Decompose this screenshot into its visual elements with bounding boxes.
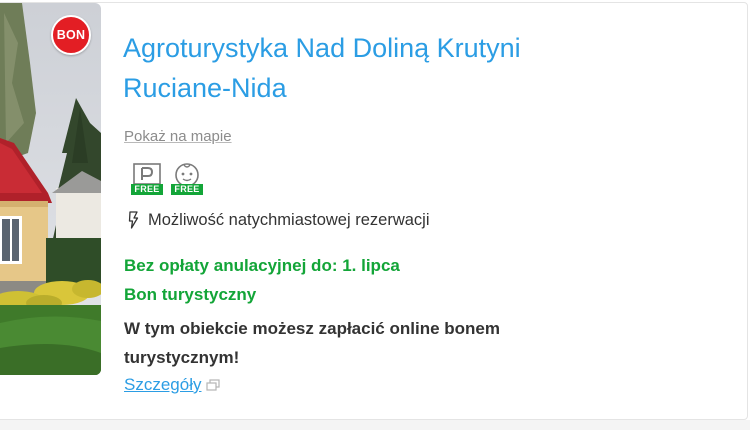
free-cancellation: Bez opłaty anulacyjnej do: 1. lipca: [124, 256, 400, 275]
property-photo[interactable]: BON: [0, 3, 101, 375]
listing-title-line2[interactable]: Ruciane-Nida: [123, 73, 287, 103]
bon-badge: BON: [51, 15, 91, 55]
page-background: [0, 420, 750, 430]
property-photo-image: [0, 3, 101, 375]
parking-free-tag: FREE: [131, 184, 163, 195]
amenity-baby: FREE: [170, 163, 204, 197]
bon-description: W tym obiekcie możesz zapłacić online bo…: [124, 319, 500, 367]
listing-title-line1[interactable]: Agroturystyka Nad Doliną Krutyni: [123, 33, 521, 63]
amenity-parking: FREE: [130, 163, 164, 197]
lightning-icon: [128, 211, 139, 229]
instant-booking-label: Możliwość natychmiastowej rezerwacji: [148, 210, 430, 229]
external-window-icon: [206, 379, 221, 391]
details-link-label[interactable]: Szczegóły: [124, 375, 201, 395]
listing-title[interactable]: Agroturystyka Nad Doliną Krutyni Ruciane-…: [123, 28, 723, 108]
details-link[interactable]: Szczegóły: [124, 374, 221, 396]
show-on-map-link[interactable]: Pokaż na mapie: [124, 128, 232, 145]
bon-title: Bon turystyczny: [124, 285, 257, 304]
baby-free-tag: FREE: [171, 184, 203, 195]
instant-booking: Możliwość natychmiastowej rezerwacji: [128, 209, 430, 231]
